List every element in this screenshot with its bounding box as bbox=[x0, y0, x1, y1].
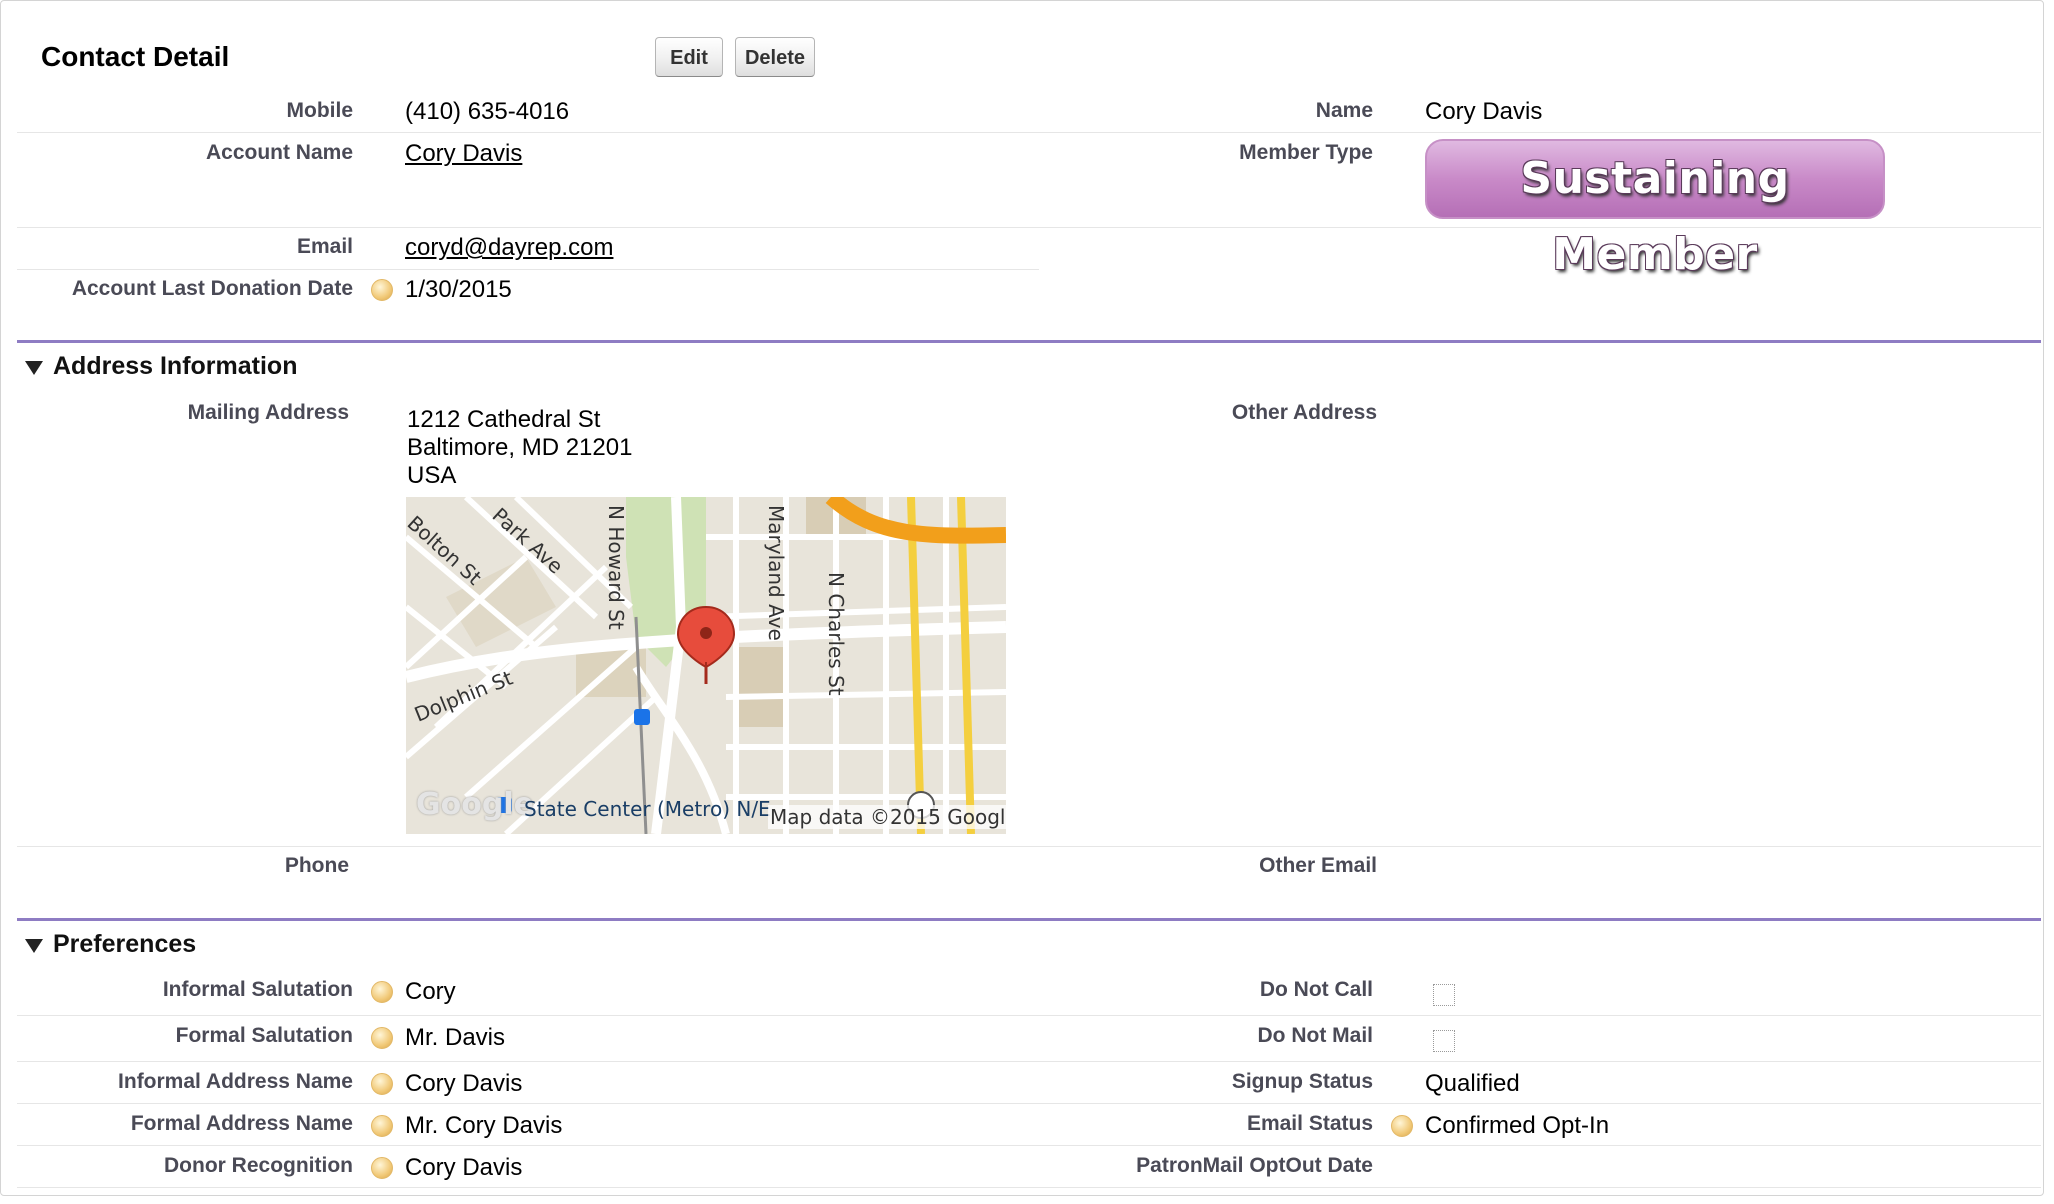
name-value: Cory Davis bbox=[1425, 98, 1543, 125]
mailing-address-line-2: Baltimore, MD 21201 bbox=[407, 434, 633, 461]
collapse-triangle-icon[interactable] bbox=[25, 361, 43, 375]
do-not-mail-checkbox bbox=[1433, 1030, 1455, 1052]
account-last-donation-date-label: Account Last Donation Date bbox=[71, 277, 353, 300]
map-graphic: Bolton St Park Ave N Howard St Maryland … bbox=[406, 497, 1006, 834]
section-divider bbox=[17, 340, 2041, 343]
map-transit-label: State Center (Metro) N/E bbox=[524, 797, 771, 821]
account-name-label: Account Name bbox=[205, 141, 353, 164]
address-map[interactable]: Bolton St Park Ave N Howard St Maryland … bbox=[406, 497, 1006, 834]
help-icon[interactable] bbox=[371, 279, 393, 301]
informal-salutation-label: Informal Salutation bbox=[162, 978, 353, 1001]
signup-status-value: Qualified bbox=[1425, 1070, 1520, 1097]
row-divider bbox=[17, 1061, 2041, 1062]
page-title: Contact Detail bbox=[41, 41, 230, 72]
informal-salutation-value: Cory bbox=[405, 978, 456, 1005]
signup-status-label: Signup Status bbox=[1231, 1070, 1373, 1093]
other-email-label: Other Email bbox=[1259, 854, 1377, 877]
other-address-label: Other Address bbox=[1231, 401, 1377, 424]
mailing-address-line-3: USA bbox=[407, 462, 457, 489]
collapse-triangle-icon[interactable] bbox=[25, 939, 43, 953]
help-icon[interactable] bbox=[371, 1073, 393, 1095]
informal-address-name-value: Cory Davis bbox=[405, 1070, 523, 1097]
row-divider bbox=[17, 1015, 2041, 1016]
edit-button[interactable]: Edit bbox=[655, 37, 723, 77]
help-icon[interactable] bbox=[371, 981, 393, 1003]
do-not-call-label: Do Not Call bbox=[1259, 978, 1373, 1001]
address-section-title[interactable]: Address Information bbox=[53, 352, 297, 381]
formal-address-name-value: Mr. Cory Davis bbox=[405, 1112, 563, 1139]
email-status-value: Confirmed Opt-In bbox=[1425, 1112, 1610, 1139]
google-logo: Google bbox=[416, 787, 534, 822]
formal-salutation-value: Mr. Davis bbox=[405, 1024, 506, 1051]
do-not-call-checkbox bbox=[1433, 984, 1455, 1006]
mailing-address-line-1: 1212 Cathedral St bbox=[407, 406, 601, 433]
member-type-badge: Sustaining Member bbox=[1425, 139, 1885, 280]
row-divider bbox=[17, 846, 2041, 847]
phone-label: Phone bbox=[284, 854, 349, 877]
member-type-label: Member Type bbox=[1239, 141, 1373, 164]
account-last-donation-date-value: 1/30/2015 bbox=[405, 276, 512, 303]
mailing-address-label: Mailing Address bbox=[187, 401, 349, 424]
donor-recognition-label: Donor Recognition bbox=[164, 1154, 353, 1177]
row-divider bbox=[17, 1145, 2041, 1146]
row-divider bbox=[17, 1187, 2041, 1188]
help-icon[interactable] bbox=[371, 1027, 393, 1049]
name-label: Name bbox=[1315, 99, 1373, 122]
formal-address-name-label: Formal Address Name bbox=[130, 1112, 353, 1135]
section-divider bbox=[17, 918, 2041, 921]
row-divider bbox=[17, 1103, 2041, 1104]
do-not-mail-label: Do Not Mail bbox=[1257, 1024, 1374, 1047]
donor-recognition-value: Cory Davis bbox=[405, 1154, 523, 1181]
row-divider bbox=[17, 132, 2041, 133]
svg-text:Maryland Ave: Maryland Ave bbox=[764, 505, 788, 641]
map-attribution: Map data ©2015 Google bbox=[768, 805, 1006, 829]
help-icon[interactable] bbox=[371, 1115, 393, 1137]
mobile-label: Mobile bbox=[286, 99, 354, 122]
row-divider bbox=[17, 227, 2041, 228]
preferences-section-title[interactable]: Preferences bbox=[53, 930, 196, 959]
contact-detail-panel: Contact Detail Edit Delete Mobile (410) … bbox=[0, 0, 2044, 1196]
account-name-link[interactable]: Cory Davis bbox=[405, 140, 522, 168]
email-link[interactable]: coryd@dayrep.com bbox=[405, 234, 613, 262]
svg-text:N Howard St: N Howard St bbox=[604, 505, 628, 630]
help-icon[interactable] bbox=[371, 1157, 393, 1179]
patronmail-optout-date-label: PatronMail OptOut Date bbox=[1136, 1154, 1373, 1177]
formal-salutation-label: Formal Salutation bbox=[175, 1024, 353, 1047]
email-label: Email bbox=[296, 235, 353, 258]
row-divider bbox=[17, 269, 1039, 270]
delete-button[interactable]: Delete bbox=[735, 37, 815, 77]
informal-address-name-label: Informal Address Name bbox=[118, 1070, 353, 1093]
svg-text:N Charles St: N Charles St bbox=[824, 572, 848, 696]
email-status-label: Email Status bbox=[1246, 1112, 1373, 1135]
help-icon[interactable] bbox=[1391, 1115, 1413, 1137]
mobile-value: (410) 635-4016 bbox=[405, 98, 570, 125]
